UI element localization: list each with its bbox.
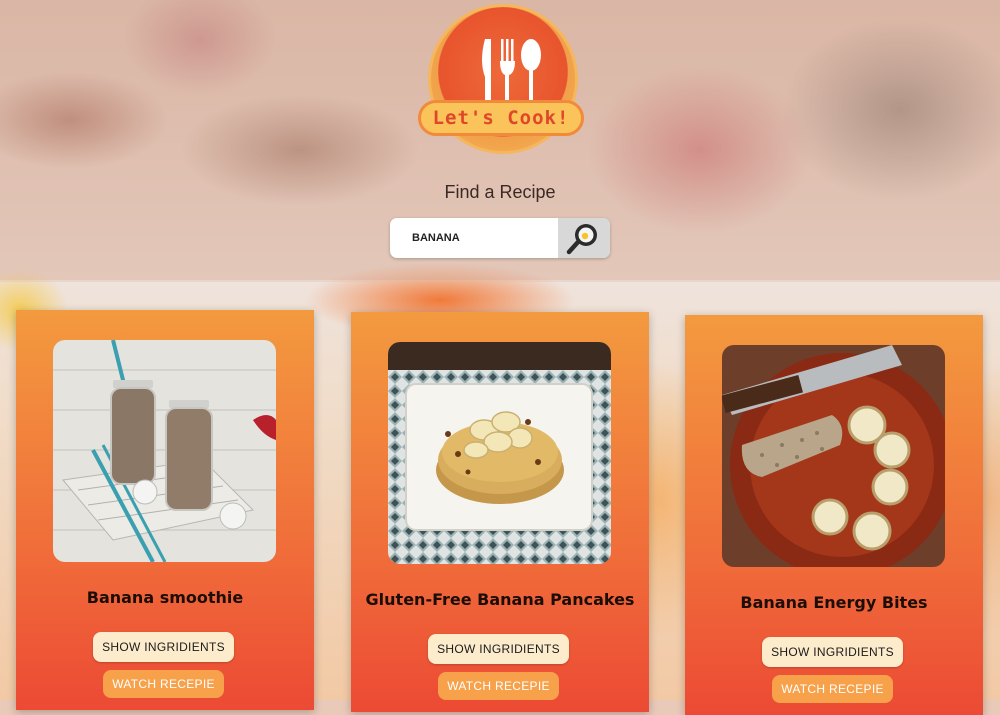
search-bar [390, 218, 610, 258]
search-button[interactable] [558, 218, 610, 258]
search-input[interactable] [390, 218, 556, 258]
show-ingredients-button[interactable]: SHOW INGRIDIENTS [93, 632, 234, 662]
watch-recipe-button[interactable]: WATCH RECEPIE [438, 672, 559, 700]
frying-pan-search-icon [566, 224, 597, 255]
recipe-image-gluten-free-banana-pancakes[interactable] [388, 342, 611, 564]
recipe-title[interactable]: Gluten-Free Banana Pancakes [351, 590, 649, 609]
recipe-card: Banana Energy Bites SHOW INGRIDIENTS WAT… [685, 315, 983, 715]
logo-text: Let's Cook! [418, 100, 584, 136]
recipe-card: Gluten-Free Banana Pancakes SHOW INGRIDI… [351, 312, 649, 712]
show-ingredients-button[interactable]: SHOW INGRIDIENTS [428, 634, 569, 664]
recipe-title[interactable]: Banana smoothie [16, 588, 314, 607]
show-ingredients-button[interactable]: SHOW INGRIDIENTS [762, 637, 903, 667]
recipe-image-banana-energy-bites[interactable] [722, 345, 945, 567]
recipe-card: Banana smoothie SHOW INGRIDIENTS WATCH R… [16, 310, 314, 710]
recipe-title[interactable]: Banana Energy Bites [685, 593, 983, 612]
find-recipe-heading: Find a Recipe [444, 182, 556, 202]
recipe-image-banana-smoothie[interactable] [53, 340, 276, 562]
watch-recipe-button[interactable]: WATCH RECEPIE [772, 675, 893, 703]
watch-recipe-button[interactable]: WATCH RECEPIE [103, 670, 224, 698]
logo[interactable]: Let's Cook! [418, 2, 586, 157]
